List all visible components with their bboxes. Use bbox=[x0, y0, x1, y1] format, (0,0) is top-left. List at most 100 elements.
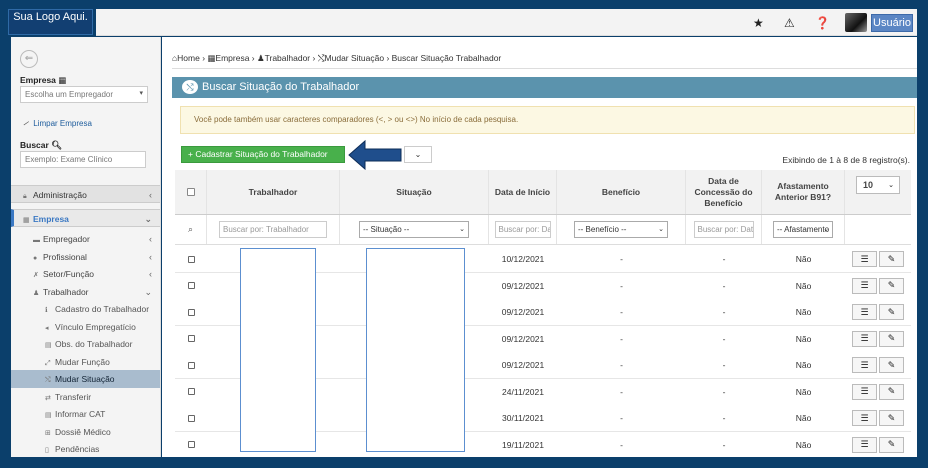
buscar-input[interactable]: Exemplo: Exame Clínico bbox=[20, 151, 146, 168]
row-checkbox-cell[interactable] bbox=[175, 352, 207, 378]
cell-data-inicio: 24/11/2021 bbox=[502, 386, 544, 397]
cell-data-concessao: - bbox=[722, 254, 726, 264]
menu-empresa[interactable]: ▦ Empresa ⌄ bbox=[11, 209, 160, 227]
cell-beneficio: - bbox=[620, 386, 623, 397]
menu-administracao[interactable]: 🔒︎ Administração ‹ bbox=[11, 185, 160, 203]
edit-icon[interactable]: ✎ bbox=[879, 383, 904, 400]
filter-data-inicio-input[interactable]: Buscar por: Data bbox=[494, 221, 551, 238]
menu-profissional[interactable]: ● Profissional ‹ bbox=[11, 248, 160, 266]
filter-data-inicio-cell: Buscar por: Data bbox=[489, 215, 557, 244]
breadcrumb-empresa[interactable]: Empresa bbox=[215, 53, 249, 63]
view-list-icon[interactable]: ☰ bbox=[852, 330, 877, 347]
menu-mudar-funcao[interactable]: ⤢ Mudar Função bbox=[11, 353, 160, 371]
row-checkbox-cell[interactable] bbox=[175, 273, 207, 299]
divider bbox=[172, 68, 917, 69]
edit-icon[interactable]: ✎ bbox=[879, 436, 904, 453]
edit-icon[interactable]: ✎ bbox=[879, 330, 904, 347]
row-checkbox[interactable] bbox=[187, 282, 195, 289]
view-list-icon[interactable]: ☰ bbox=[852, 410, 877, 426]
view-list-icon[interactable]: ☰ bbox=[852, 251, 877, 267]
chevron-left-icon: ‹ bbox=[149, 190, 152, 200]
row-checkbox-cell[interactable] bbox=[175, 246, 207, 272]
avatar[interactable] bbox=[845, 13, 867, 32]
chevron-left-icon: ‹ bbox=[149, 234, 152, 244]
info-alert: Você pode também usar caracteres compara… bbox=[180, 106, 915, 134]
limpar-empresa-link[interactable]: / Limpar Empresa bbox=[22, 119, 92, 128]
row-checkbox[interactable] bbox=[187, 441, 195, 448]
select-all-checkbox-cell[interactable] bbox=[175, 170, 207, 214]
logo[interactable]: Sua Logo Aqui. bbox=[8, 9, 93, 35]
col-trabalhador[interactable]: Trabalhador bbox=[207, 170, 340, 214]
menu-vinculo[interactable]: ◂ Vínculo Empregatício bbox=[11, 318, 160, 336]
cell-data-inicio: 09/12/2021 bbox=[501, 360, 545, 370]
breadcrumb-trabalhador[interactable]: Trabalhador bbox=[265, 53, 311, 63]
menu-obs-trabalhador[interactable]: ▤ Obs. do Trabalhador bbox=[11, 335, 160, 353]
filter-situacao-select[interactable]: -- Situação -- ⌄ bbox=[359, 221, 469, 238]
filter-beneficio-select[interactable]: -- Benefício -- ⌄ bbox=[574, 221, 668, 238]
search-icon: 🔍︎ bbox=[51, 140, 62, 150]
edit-icon[interactable]: ✎ bbox=[879, 251, 904, 267]
edit-icon[interactable]: ✎ bbox=[879, 277, 904, 294]
page-length-select[interactable]: 10 ⌄ bbox=[856, 176, 900, 194]
row-checkbox-cell[interactable] bbox=[175, 326, 207, 352]
warning-icon[interactable]: ⚠ bbox=[784, 16, 795, 30]
menu-pendencias[interactable]: ▯ Pendências bbox=[11, 440, 160, 457]
empresa-select[interactable]: Escolha um Empregador ▾ bbox=[20, 86, 148, 103]
cell-data-concessao: - bbox=[722, 307, 726, 317]
breadcrumb-mudar-situacao[interactable]: Mudar Situação bbox=[325, 53, 385, 63]
cell-afastamento: Não bbox=[795, 333, 812, 344]
person-icon: ♟ bbox=[257, 53, 265, 63]
menu-cadastro-trabalhador[interactable]: ℹ Cadastro do Trabalhador bbox=[11, 300, 160, 318]
filter-afastamento-select[interactable]: -- Afastamento ⌄ bbox=[773, 221, 833, 238]
col-afastamento[interactable]: Afastamento Anterior B91? bbox=[762, 170, 845, 214]
view-list-icon[interactable]: ☰ bbox=[852, 383, 877, 400]
edit-icon[interactable]: ✎ bbox=[879, 304, 904, 320]
edit-icon[interactable]: ✎ bbox=[879, 357, 904, 373]
view-list-icon[interactable]: ☰ bbox=[852, 277, 877, 294]
more-options-dropdown[interactable]: ⌄ bbox=[404, 146, 432, 163]
row-checkbox[interactable] bbox=[187, 335, 195, 342]
menu-informar-cat[interactable]: ▤ Informar CAT bbox=[11, 405, 160, 423]
edit-icon[interactable]: ✎ bbox=[879, 410, 904, 426]
select-all-checkbox[interactable] bbox=[186, 188, 195, 196]
buscar-label: Buscar 🔍︎ bbox=[20, 140, 62, 150]
menu-dossie[interactable]: ⊞ Dossiê Médico bbox=[11, 423, 160, 441]
cell-data-inicio: 19/11/2021 bbox=[502, 439, 544, 450]
col-beneficio[interactable]: Benefício bbox=[557, 170, 686, 214]
col-situacao[interactable]: Situação bbox=[340, 170, 489, 214]
cell-data-concessao: - bbox=[722, 360, 726, 370]
user-menu-button[interactable]: Usuário bbox=[871, 14, 913, 32]
menu-setor-funcao[interactable]: ✗ Setor/Função ‹ bbox=[11, 265, 160, 283]
view-list-icon[interactable]: ☰ bbox=[852, 304, 877, 320]
main-content: ⌂Home › ▦Empresa › ♟Trabalhador › ⤭Mudar… bbox=[162, 37, 917, 457]
row-checkbox-cell[interactable] bbox=[175, 405, 207, 431]
building-icon: ▦ bbox=[58, 75, 67, 85]
row-checkbox-cell[interactable] bbox=[175, 299, 207, 325]
menu-trabalhador[interactable]: ♟ Trabalhador ⌄ bbox=[11, 283, 160, 301]
menu-transferir[interactable]: ⇄ Transferir bbox=[11, 388, 160, 406]
row-checkbox-cell[interactable] bbox=[175, 432, 207, 458]
col-data-concessao[interactable]: Data de Concessão do Benefício bbox=[686, 170, 762, 214]
filter-trabalhador-input[interactable]: Buscar por: Trabalhador bbox=[219, 221, 327, 238]
collapse-sidebar-icon[interactable]: ⇐ bbox=[20, 50, 38, 68]
row-checkbox[interactable] bbox=[187, 414, 195, 422]
row-checkbox[interactable] bbox=[187, 388, 195, 395]
row-checkbox-cell[interactable] bbox=[175, 379, 207, 405]
row-checkbox[interactable] bbox=[187, 361, 195, 369]
row-checkbox[interactable] bbox=[187, 255, 195, 263]
view-list-icon[interactable]: ☰ bbox=[852, 357, 877, 373]
cell-beneficio: - bbox=[620, 280, 623, 291]
breadcrumb-home[interactable]: Home bbox=[177, 53, 200, 63]
filter-data-concessao-input[interactable]: Buscar por: Data bbox=[693, 221, 754, 238]
menu-mudar-situacao[interactable]: ⤭ Mudar Situação bbox=[11, 370, 160, 388]
col-data-inicio[interactable]: Data de Início bbox=[489, 170, 557, 214]
cell-data-inicio: 09/12/2021 bbox=[501, 307, 545, 317]
row-checkbox[interactable] bbox=[187, 308, 195, 316]
view-list-icon[interactable]: ☰ bbox=[852, 436, 877, 453]
menu-empregador[interactable]: ▬ Empregador ‹ bbox=[11, 230, 160, 248]
add-situacao-button[interactable]: + Cadastrar Situação do Trabalhador bbox=[181, 146, 345, 163]
chevron-down-icon: ⌄ bbox=[414, 150, 422, 159]
help-icon[interactable]: ❓ bbox=[815, 16, 830, 30]
cell-afastamento: Não bbox=[795, 439, 812, 450]
star-icon[interactable]: ★ bbox=[753, 16, 764, 30]
